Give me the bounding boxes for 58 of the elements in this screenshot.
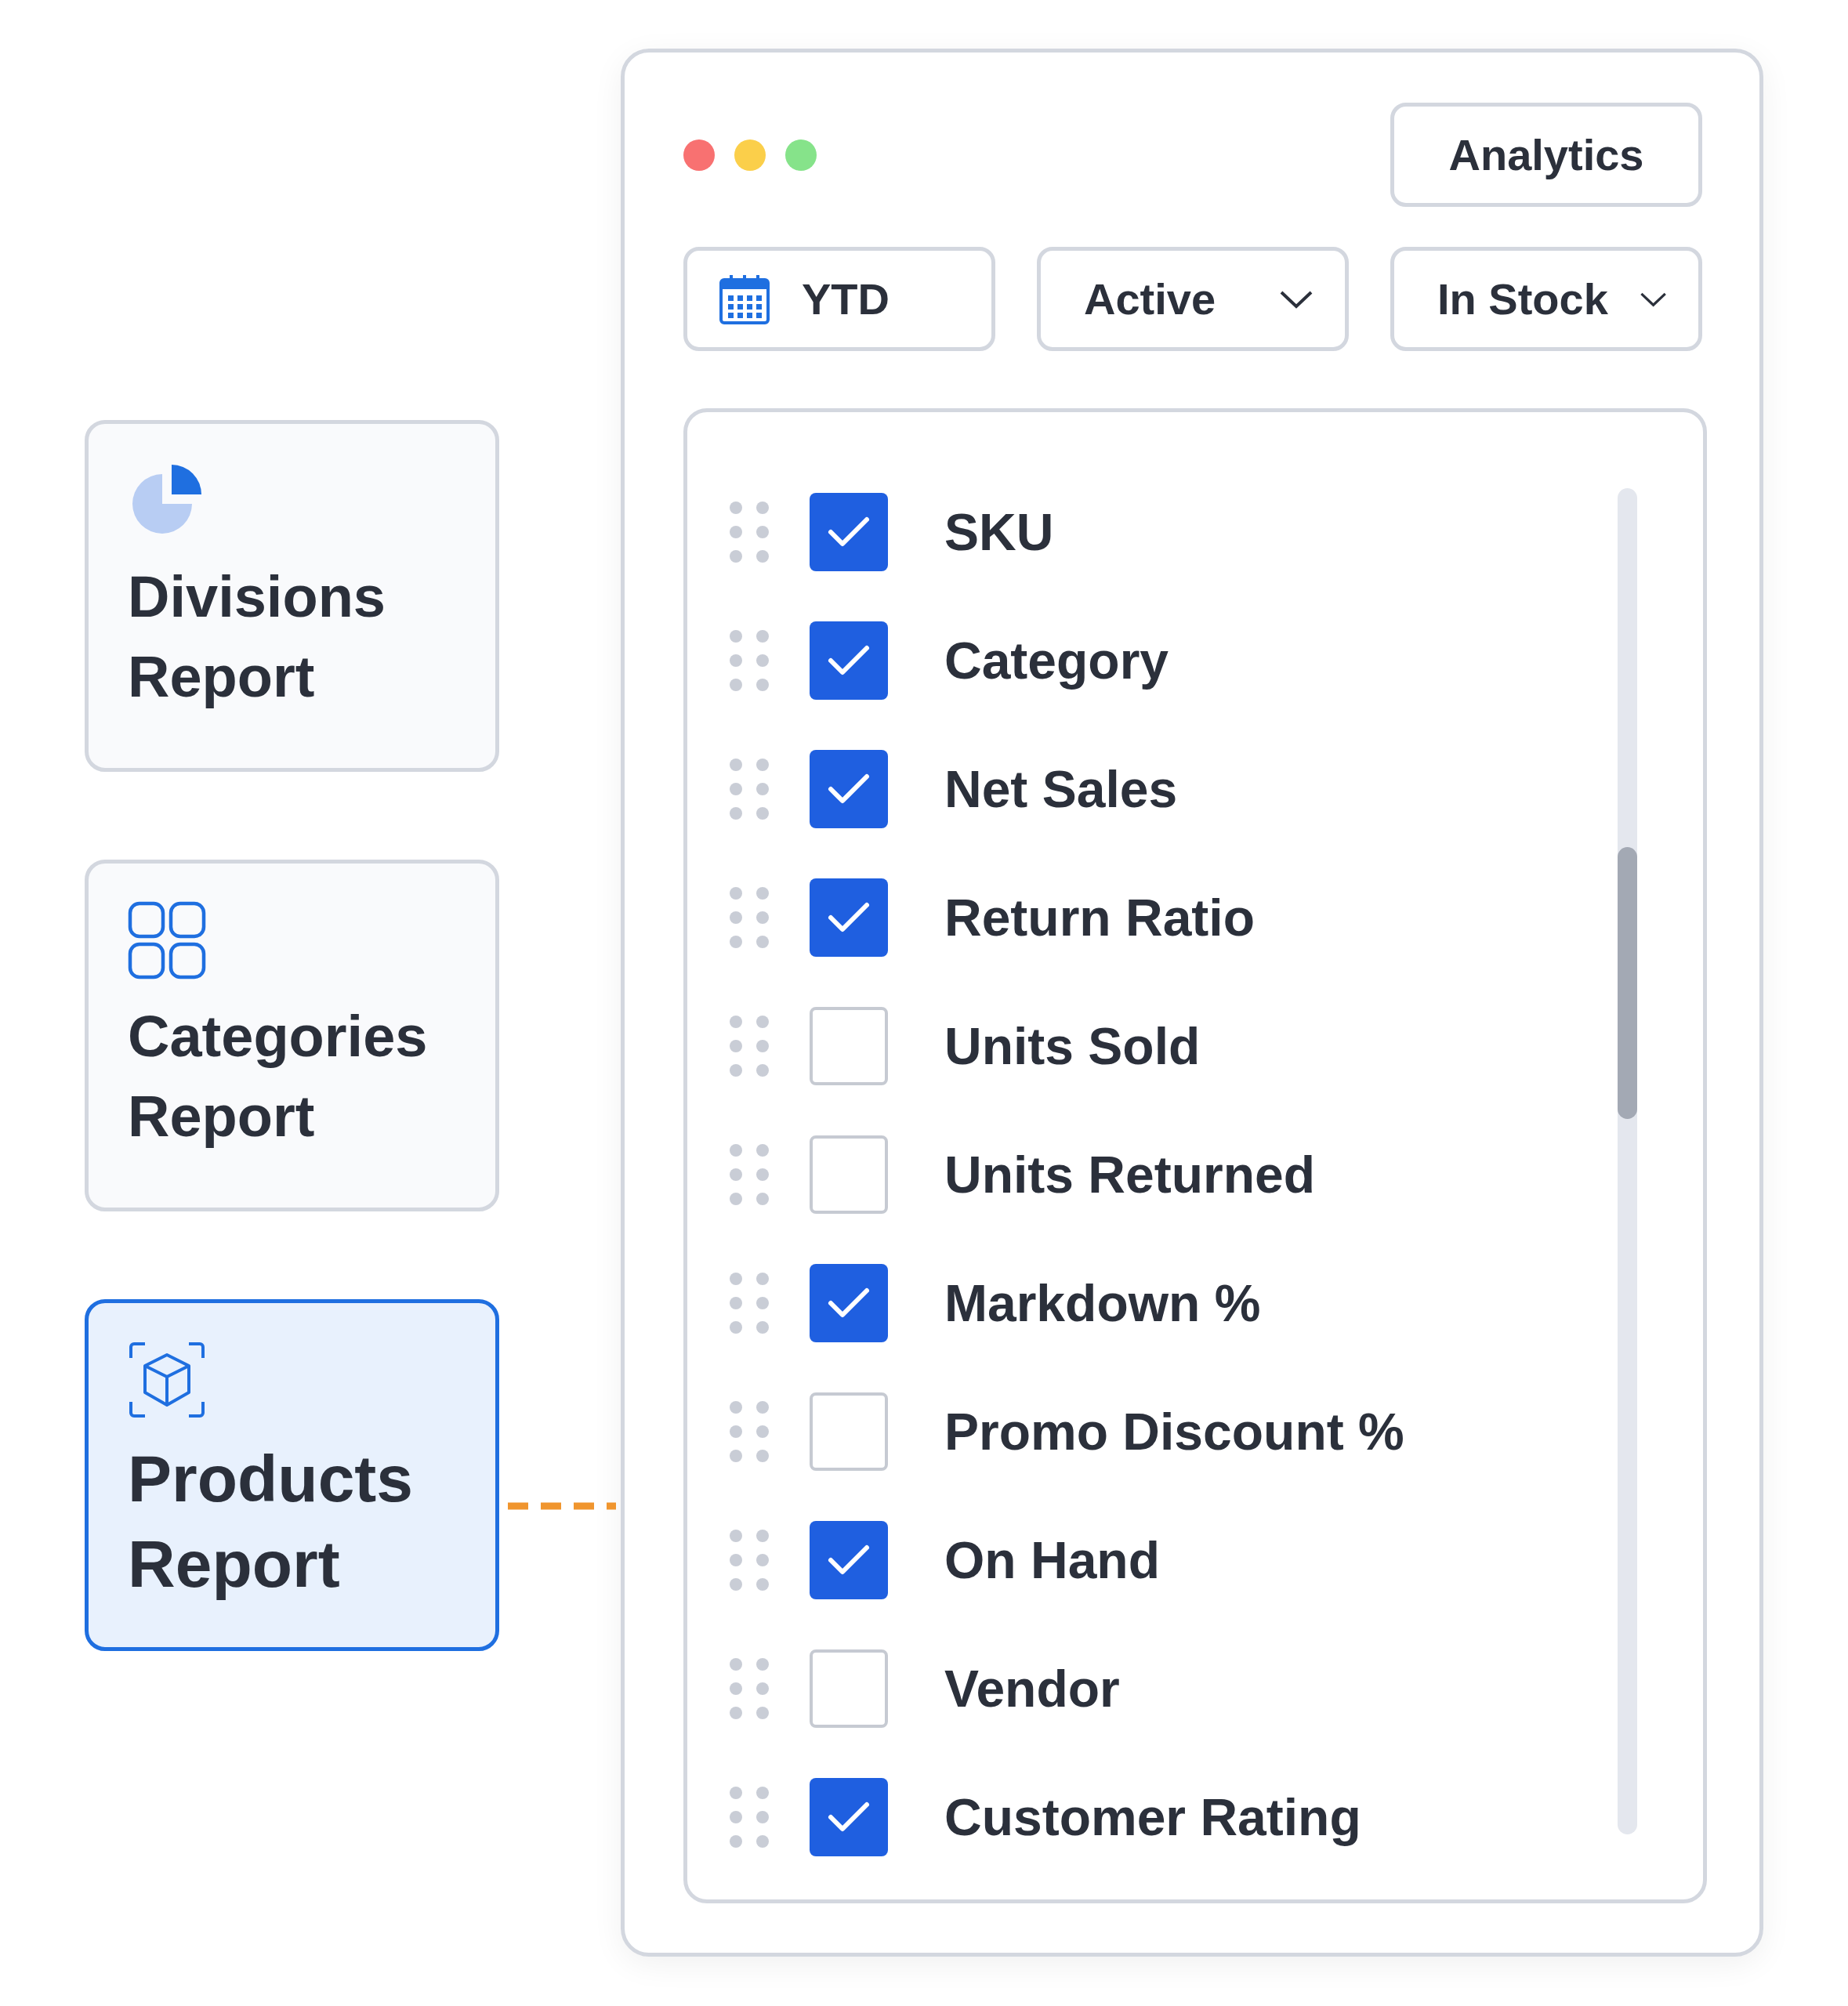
report-title: Categories Report bbox=[128, 1003, 429, 1151]
column-label: On Hand bbox=[944, 1530, 1160, 1590]
checkbox[interactable] bbox=[810, 1649, 888, 1728]
drag-handle-icon[interactable] bbox=[730, 630, 769, 691]
drag-handle-icon[interactable] bbox=[730, 1016, 769, 1077]
drag-handle-icon[interactable] bbox=[730, 887, 769, 948]
grid-icon bbox=[128, 901, 206, 979]
chevron-down-icon bbox=[1279, 289, 1314, 309]
column-label: Units Returned bbox=[944, 1145, 1316, 1204]
scrollbar[interactable] bbox=[1618, 488, 1637, 1834]
report-title: Products Report bbox=[128, 1441, 415, 1603]
checkbox[interactable] bbox=[810, 1392, 888, 1471]
check-icon bbox=[827, 901, 871, 934]
checkbox[interactable] bbox=[810, 621, 888, 700]
drag-handle-icon[interactable] bbox=[730, 1787, 769, 1848]
column-label: Net Sales bbox=[944, 759, 1178, 819]
checkbox[interactable] bbox=[810, 1135, 888, 1214]
checkbox[interactable] bbox=[810, 878, 888, 957]
window-control-dot[interactable] bbox=[683, 139, 715, 171]
drag-handle-icon[interactable] bbox=[730, 759, 769, 820]
date-filter[interactable]: YTD bbox=[683, 247, 995, 351]
calendar-icon bbox=[719, 273, 770, 325]
column-label: Vendor bbox=[944, 1659, 1120, 1718]
report-title: Divisions Report bbox=[128, 563, 386, 712]
column-label: Promo Discount % bbox=[944, 1402, 1404, 1461]
drag-handle-icon[interactable] bbox=[730, 1658, 769, 1719]
checkbox[interactable] bbox=[810, 750, 888, 828]
checkbox[interactable] bbox=[810, 1778, 888, 1856]
report-card[interactable]: Divisions Report bbox=[85, 420, 499, 772]
drag-handle-icon[interactable] bbox=[730, 1401, 769, 1462]
window-control-dot[interactable] bbox=[785, 139, 817, 171]
checkbox[interactable] bbox=[810, 1264, 888, 1342]
column-label: Markdown % bbox=[944, 1273, 1261, 1333]
drag-handle-icon[interactable] bbox=[730, 1530, 769, 1591]
column-label: Units Sold bbox=[944, 1016, 1201, 1076]
check-icon bbox=[827, 1801, 871, 1834]
column-label: SKU bbox=[944, 502, 1054, 562]
checkbox[interactable] bbox=[810, 1007, 888, 1085]
dropdown[interactable]: In Stock bbox=[1390, 247, 1702, 351]
drag-handle-icon[interactable] bbox=[730, 502, 769, 563]
drag-handle-icon[interactable] bbox=[730, 1144, 769, 1205]
checkbox[interactable] bbox=[810, 1521, 888, 1599]
report-card[interactable]: Categories Report bbox=[85, 860, 499, 1211]
column-label: Category bbox=[944, 631, 1169, 690]
drag-handle-icon[interactable] bbox=[730, 1273, 769, 1334]
dropdown[interactable]: Active bbox=[1037, 247, 1349, 351]
check-icon bbox=[827, 773, 871, 806]
analytics-button[interactable]: Analytics bbox=[1390, 103, 1702, 207]
column-label: Customer Rating bbox=[944, 1787, 1361, 1847]
column-label: Return Ratio bbox=[944, 888, 1255, 947]
check-icon bbox=[827, 644, 871, 677]
cube-icon bbox=[128, 1341, 206, 1419]
checkbox[interactable] bbox=[810, 493, 888, 571]
check-icon bbox=[827, 1544, 871, 1577]
window-control-dot[interactable] bbox=[734, 139, 766, 171]
report-card[interactable]: Products Report bbox=[85, 1299, 499, 1651]
check-icon bbox=[827, 1287, 871, 1320]
check-icon bbox=[827, 516, 871, 549]
